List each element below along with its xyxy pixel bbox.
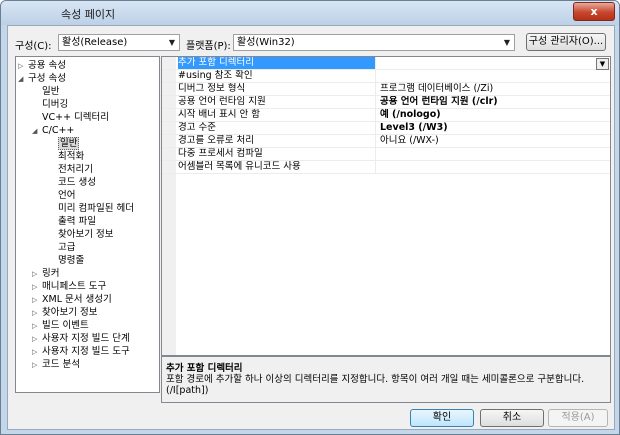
tree-item-browse-info[interactable]: 찾아보기 정보	[58, 229, 113, 241]
tree-item-common-properties[interactable]: ▷ 공용 속성	[18, 60, 66, 72]
expand-icon[interactable]: ▷	[32, 281, 42, 293]
platform-select[interactable]: 활성(Win32) ▼	[233, 34, 515, 51]
tree-item-custom-build-step[interactable]: ▷ 사용자 지정 빌드 단계	[32, 333, 130, 345]
expand-icon[interactable]: ▷	[32, 320, 42, 332]
config-select[interactable]: 활성(Release) ▼	[58, 34, 180, 51]
description-switch: (/I[path])	[166, 385, 209, 396]
dialog-window: 속성 페이지 x 구성(C): 활성(Release) ▼ 플랫폼(P): 활성…	[0, 0, 620, 435]
expand-icon[interactable]: ▷	[32, 346, 42, 358]
tree-item-cpp-general[interactable]: 일반	[58, 137, 80, 150]
grid-row-suppress-banner[interactable]: 시작 배너 표시 안 함 예 (/nologo)	[162, 109, 610, 122]
platform-label: 플랫폼(P):	[186, 41, 231, 52]
tree-item-language[interactable]: 언어	[58, 190, 75, 202]
tree-item-optimization[interactable]: 최적화	[58, 151, 84, 163]
tree-item-debugging[interactable]: 디버깅	[42, 99, 68, 111]
tree-item-linker[interactable]: ▷ 링커	[32, 268, 59, 280]
apply-button[interactable]: 적용(A)	[548, 409, 608, 427]
property-grid[interactable]: 추가 포함 디렉터리 ▼ #using 참조 확인 디버그 정보 형식 프로그램…	[161, 56, 611, 356]
config-label: 구성(C):	[15, 41, 52, 52]
window-title: 속성 페이지	[61, 8, 116, 21]
grid-row-additional-include-dirs[interactable]: 추가 포함 디렉터리 ▼	[162, 57, 610, 70]
dropdown-arrow-icon[interactable]: ▼	[596, 58, 609, 70]
tree-item-code-generation[interactable]: 코드 생성	[58, 177, 96, 189]
tree-item-build-events[interactable]: ▷ 빌드 이벤트	[32, 320, 89, 332]
grid-row-warnings-as-errors[interactable]: 경고를 오류로 처리 아니요 (/WX-)	[162, 135, 610, 148]
expand-icon[interactable]: ▷	[32, 307, 42, 319]
tree-item-manifest-tool[interactable]: ▷ 매니페스트 도구	[32, 281, 106, 293]
grid-row-using-ref[interactable]: #using 참조 확인	[162, 70, 610, 83]
expand-icon[interactable]: ▷	[32, 333, 42, 345]
tree-item-vc-directories[interactable]: VC++ 디렉터리	[42, 112, 109, 124]
chevron-down-icon[interactable]: ▼	[165, 35, 179, 50]
tree-item-precompiled-headers[interactable]: 미리 컴파일된 헤더	[58, 203, 134, 215]
grid-row-clr-support[interactable]: 공용 언어 런타임 지원 공용 언어 런타임 지원 (/clr)	[162, 96, 610, 109]
description-panel: 추가 포함 디렉터리 포함 경로에 추가할 하나 이상의 디렉터리를 지정합니다…	[161, 356, 611, 403]
ok-button[interactable]: 확인	[410, 409, 474, 427]
close-button[interactable]: x	[573, 2, 615, 21]
tree-item-browse-information[interactable]: ▷ 찾아보기 정보	[32, 307, 97, 319]
tree-item-config-properties[interactable]: ◢ 구성 속성	[18, 73, 66, 85]
tree-item-command-line[interactable]: 명령줄	[58, 255, 84, 267]
tree-item-xml-doc-generator[interactable]: ▷ XML 문서 생성기	[32, 294, 112, 306]
grid-row-unicode-listing[interactable]: 어셈블러 목록에 유니코드 사용	[162, 161, 610, 174]
expand-icon[interactable]: ▷	[32, 359, 42, 371]
cancel-button[interactable]: 취소	[480, 409, 544, 427]
tree-item-preprocessor[interactable]: 전처리기	[58, 164, 93, 176]
grid-row-multi-processor[interactable]: 다중 프로세서 컴파일	[162, 148, 610, 161]
tree-item-custom-build-tool[interactable]: ▷ 사용자 지정 빌드 도구	[32, 346, 130, 358]
description-body: 포함 경로에 추가할 하나 이상의 디렉터리를 지정합니다. 항목이 여러 개일…	[166, 374, 585, 385]
collapse-icon[interactable]: ◢	[18, 73, 28, 85]
config-value: 활성(Release)	[62, 37, 128, 48]
description-text: 포함 경로에 추가할 하나 이상의 디렉터리를 지정합니다. 항목이 여러 개일…	[166, 374, 604, 396]
title-bar[interactable]: 속성 페이지 x	[1, 1, 619, 25]
tree-item-code-analysis[interactable]: ▷ 코드 분석	[32, 359, 80, 371]
tree-item-advanced[interactable]: 고급	[58, 242, 75, 254]
description-title: 추가 포함 디렉터리	[166, 363, 243, 374]
expand-icon[interactable]: ▷	[32, 294, 42, 306]
chevron-down-icon[interactable]: ▼	[500, 35, 514, 50]
category-tree[interactable]: ▷ 공용 속성 ◢ 구성 속성 일반 디버깅 VC++ 디렉터리 ◢ C/C++ 일반…	[15, 56, 160, 393]
collapse-icon[interactable]: ◢	[32, 125, 42, 137]
expand-icon[interactable]: ▷	[32, 268, 42, 280]
expand-icon[interactable]: ▷	[18, 60, 28, 72]
tree-item-output-files[interactable]: 출력 파일	[58, 216, 96, 228]
config-manager-button[interactable]: 구성 관리자(O)...	[526, 33, 606, 51]
dialog-client: 구성(C): 활성(Release) ▼ 플랫폼(P): 활성(Win32) ▼…	[7, 25, 615, 430]
grid-row-warning-level[interactable]: 경고 수준 Level3 (/W3)	[162, 122, 610, 135]
tree-item-general[interactable]: 일반	[42, 86, 59, 98]
tree-item-cpp[interactable]: ◢ C/C++	[32, 125, 74, 137]
platform-value: 활성(Win32)	[237, 37, 295, 48]
grid-row-debug-info-format[interactable]: 디버그 정보 형식 프로그램 데이터베이스 (/Zi)	[162, 83, 610, 96]
